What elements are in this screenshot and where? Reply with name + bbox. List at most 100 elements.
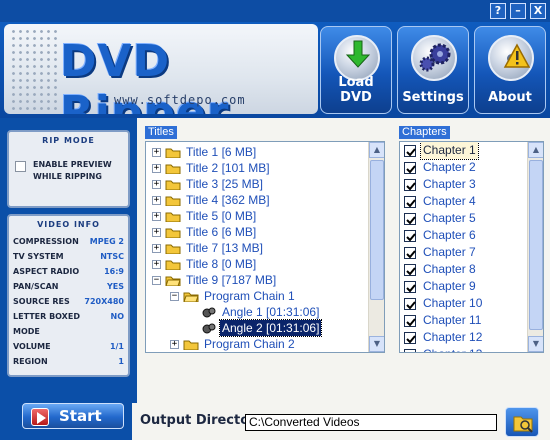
chapter-checkbox[interactable] <box>404 332 416 344</box>
chapter-item[interactable]: Chapter 9 <box>404 278 524 295</box>
tree-node-label: Angle 1 [01:31:06] <box>222 305 320 319</box>
settings-button[interactable]: Settings <box>397 26 469 114</box>
scroll-down-arrow-icon[interactable]: ▼ <box>369 336 384 352</box>
expand-icon[interactable]: + <box>152 260 161 269</box>
expand-icon[interactable]: + <box>152 244 161 253</box>
chapter-checkbox[interactable] <box>404 145 416 157</box>
chapter-item[interactable]: Chapter 13 <box>404 346 524 352</box>
titles-tree[interactable]: + Title 1 [6 MB] + Title 2 [101 MB] + Title 3… <box>145 141 385 353</box>
chapter-checkbox[interactable] <box>404 281 416 293</box>
title-node[interactable]: − Title 9 [7187 MB] <box>150 272 368 288</box>
enable-preview-label: ENABLE PREVIEW WHILE RIPPING <box>33 160 112 181</box>
chapter-checkbox[interactable] <box>404 213 416 225</box>
settings-label: Settings <box>402 90 464 105</box>
expand-icon[interactable]: + <box>152 212 161 221</box>
about-button[interactable]: About <box>474 26 546 114</box>
expand-icon[interactable]: + <box>152 164 161 173</box>
chapter-checkbox[interactable] <box>404 230 416 242</box>
video-info-row: MODE <box>13 325 124 340</box>
expand-icon[interactable]: + <box>152 148 161 157</box>
chapter-item[interactable]: Chapter 8 <box>404 261 524 278</box>
chapter-label: Chapter 8 <box>423 262 476 276</box>
video-info-value: 16:9 <box>104 267 124 276</box>
enable-preview-option[interactable]: ENABLE PREVIEW WHILE RIPPING <box>15 159 128 183</box>
chapter-checkbox[interactable] <box>404 298 416 310</box>
folder-icon <box>165 196 181 206</box>
scroll-down-arrow-icon[interactable]: ▼ <box>528 336 543 352</box>
folder-icon <box>165 212 181 222</box>
video-info-key: ASPECT RADIO <box>13 267 80 276</box>
chapter-item[interactable]: Chapter 11 <box>404 312 524 329</box>
video-info-key: SOURCE RES <box>13 297 70 306</box>
start-label: Start <box>59 407 102 425</box>
chapter-item[interactable]: Chapter 4 <box>404 193 524 210</box>
tree-node-label: Title 9 [7187 MB] <box>186 273 277 287</box>
title-node[interactable]: + Title 3 [25 MB] <box>150 176 368 192</box>
chapters-header: Chapters <box>399 126 450 139</box>
expand-icon[interactable]: + <box>170 340 179 349</box>
title-node[interactable]: + Title 4 [362 MB] <box>150 192 368 208</box>
chapter-item[interactable]: Chapter 3 <box>404 176 524 193</box>
load-dvd-button[interactable]: Load DVD <box>320 26 392 114</box>
chapter-item[interactable]: Chapter 5 <box>404 210 524 227</box>
collapse-icon[interactable]: − <box>170 292 179 301</box>
video-info-row: ASPECT RADIO 16:9 <box>13 265 124 280</box>
chapter-item[interactable]: Chapter 7 <box>404 244 524 261</box>
browse-folder-button[interactable] <box>505 407 539 437</box>
chapter-label: Chapter 1 <box>420 142 479 160</box>
program-chain-node[interactable]: + Program Chain 2 <box>150 336 368 352</box>
title-node[interactable]: + Title 5 [0 MB] <box>150 208 368 224</box>
chapters-scrollbar[interactable]: ▲ ▼ <box>527 142 543 352</box>
enable-preview-checkbox[interactable] <box>15 161 26 172</box>
expand-icon[interactable]: + <box>152 196 161 205</box>
scroll-up-arrow-icon[interactable]: ▲ <box>528 142 543 158</box>
chapter-checkbox[interactable] <box>404 179 416 191</box>
expand-icon[interactable]: + <box>152 228 161 237</box>
start-button[interactable]: Start <box>22 403 124 429</box>
video-info-row: PAN/SCAN YES <box>13 280 124 295</box>
video-info-row: LETTER BOXED NO <box>13 310 124 325</box>
collapse-icon[interactable]: − <box>152 276 161 285</box>
title-node[interactable]: + Title 6 [6 MB] <box>150 224 368 240</box>
chapter-label: Chapter 10 <box>423 296 483 310</box>
output-directory-field[interactable]: C:\Converted Videos <box>245 414 497 431</box>
about-label: About <box>488 90 532 105</box>
chapter-item[interactable]: Chapter 10 <box>404 295 524 312</box>
chapter-checkbox[interactable] <box>404 247 416 259</box>
scroll-thumb[interactable] <box>529 160 543 330</box>
chapter-item[interactable]: Chapter 1 <box>404 142 524 160</box>
title-node[interactable]: + Title 8 [0 MB] <box>150 256 368 272</box>
close-button[interactable]: X <box>530 3 546 19</box>
bottom-bar: Start Output Directory C:\Converted Vide… <box>0 403 550 440</box>
chapter-item[interactable]: Chapter 2 <box>404 159 524 176</box>
titles-scrollbar[interactable]: ▲ ▼ <box>368 142 384 352</box>
chapter-checkbox[interactable] <box>404 349 416 352</box>
chapter-checkbox[interactable] <box>404 162 416 174</box>
angle-node[interactable]: Angle 1 [01:31:06] <box>150 304 368 320</box>
title-node[interactable]: + Title 2 [101 MB] <box>150 160 368 176</box>
chapter-checkbox[interactable] <box>404 315 416 327</box>
left-panel: RIP MODE ENABLE PREVIEW WHILE RIPPING VI… <box>0 118 137 403</box>
scroll-up-arrow-icon[interactable]: ▲ <box>369 142 384 158</box>
angle-node[interactable]: Angle 2 [01:31:06] <box>150 319 368 337</box>
chapter-label: Chapter 7 <box>423 245 476 259</box>
tree-node-label: Title 8 [0 MB] <box>186 257 257 271</box>
title-node[interactable]: + Title 7 [13 MB] <box>150 240 368 256</box>
chapter-checkbox[interactable] <box>404 264 416 276</box>
video-info-row: REGION 1 <box>13 355 124 370</box>
video-info-value: YES <box>106 282 124 291</box>
title-node[interactable]: + Title 1 [6 MB] <box>150 144 368 160</box>
chapter-label: Chapter 2 <box>423 160 476 174</box>
rip-mode-box: RIP MODE ENABLE PREVIEW WHILE RIPPING <box>7 130 130 208</box>
expand-icon[interactable]: + <box>152 180 161 189</box>
chapters-list[interactable]: Chapter 1 Chapter 2 Chapter 3 Chapter 4 Chap… <box>399 141 544 353</box>
chapter-item[interactable]: Chapter 12 <box>404 329 524 346</box>
program-chain-node[interactable]: − Program Chain 1 <box>150 288 368 304</box>
chapter-checkbox[interactable] <box>404 196 416 208</box>
app-logo-url: www.softdepo.com <box>114 93 246 107</box>
tree-node-label: Title 7 [13 MB] <box>186 241 263 255</box>
minimize-button[interactable]: – <box>510 3 526 19</box>
help-button[interactable]: ? <box>490 3 506 19</box>
chapter-item[interactable]: Chapter 6 <box>404 227 524 244</box>
scroll-thumb[interactable] <box>370 160 384 300</box>
